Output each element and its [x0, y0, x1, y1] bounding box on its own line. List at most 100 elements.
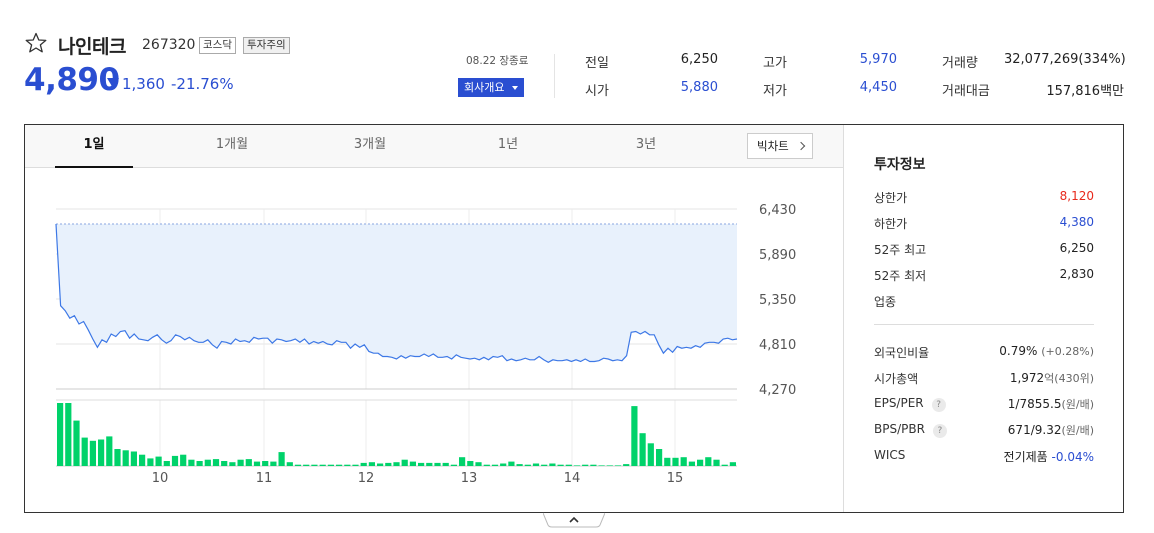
high52-label: 52주 최고 [874, 243, 927, 257]
volume-bar [565, 464, 572, 466]
volume-bar [590, 464, 597, 466]
price-area-fill [56, 224, 737, 363]
volume-bar [401, 459, 408, 466]
y-tick-label: 5,350 [759, 293, 796, 308]
collapse-chart-button[interactable] [543, 512, 605, 528]
volume-bar [532, 463, 540, 466]
low52-value: 2,830 [1059, 267, 1094, 281]
volume-bar [294, 464, 302, 466]
volume-bar [122, 450, 129, 467]
market-cap-label: 시가총액 [874, 372, 919, 386]
volume-bar [614, 465, 622, 466]
eps-per-text: EPS/PER [874, 396, 924, 410]
trade-value-value: 157,816백만 [1046, 84, 1124, 99]
volume-bar [664, 457, 671, 466]
volume-bar [344, 464, 351, 466]
volume-bar [65, 403, 72, 466]
volume-bar [73, 420, 80, 466]
volume-label: 거래량 [942, 56, 978, 71]
volume-bar [180, 454, 187, 466]
x-tick-label: 12 [358, 471, 375, 486]
invest-info-title: 투자정보 [874, 157, 926, 173]
volume-bar [311, 464, 318, 466]
help-icon[interactable]: ? [931, 398, 946, 412]
x-tick-label: 14 [564, 471, 581, 486]
volume-bar [163, 461, 170, 466]
panel-separator [874, 324, 1094, 325]
volume-bar [377, 463, 384, 466]
volume-bar [598, 465, 605, 466]
volume-bar [303, 464, 310, 466]
foreign-ratio-change: (+0.28%) [1041, 345, 1094, 358]
volume-bar [409, 461, 416, 466]
volume-bar [491, 464, 499, 466]
volume-bar [606, 465, 613, 466]
bps-pbr-number: 671/9.32 [1007, 423, 1062, 437]
volume-bar [557, 464, 564, 466]
volume-bar [656, 449, 663, 466]
volume-bar [426, 462, 433, 466]
sector-label: 업종 [874, 295, 897, 309]
volume-bar [713, 459, 720, 466]
foreign-ratio-number: 0.79% [999, 344, 1038, 358]
volume-bar [688, 461, 695, 466]
volume-bar [450, 464, 457, 466]
volume-bar [442, 462, 449, 466]
volume-bar [360, 462, 367, 466]
volume-bar [672, 457, 679, 466]
x-tick-label: 10 [152, 471, 169, 486]
bps-pbr-unit: (원/배) [1061, 424, 1094, 437]
eps-per-label: EPS/PER? [874, 396, 946, 412]
volume-bar [541, 464, 548, 466]
upper-limit-value: 8,120 [1059, 189, 1094, 203]
volume-bar [508, 461, 515, 466]
volume-bar [212, 459, 220, 466]
lower-limit-label: 하한가 [874, 217, 908, 231]
wics-sector[interactable]: 전기제품 [1004, 450, 1048, 464]
volume-bar [467, 461, 474, 466]
volume-bar [721, 464, 728, 466]
wics-change: -0.04% [1051, 450, 1094, 464]
foreign-ratio-value: 0.79% (+0.28%) [960, 344, 1094, 358]
volume-bar [418, 462, 425, 466]
y-tick-label: 6,430 [759, 203, 796, 218]
bps-pbr-text: BPS/PBR [874, 422, 925, 436]
volume-bar [524, 464, 531, 466]
help-icon[interactable]: ? [932, 424, 947, 438]
volume-bar [188, 459, 195, 466]
volume-bar [106, 436, 113, 466]
volume-bar [639, 433, 646, 466]
lower-limit-value: 4,380 [1059, 215, 1094, 229]
volume-bar [253, 461, 261, 466]
market-cap-value: 1,972억(430위) [960, 370, 1094, 386]
volume-bar [475, 462, 482, 466]
volume-bar [500, 463, 507, 466]
x-tick-label: 15 [667, 471, 684, 486]
volume-bar [147, 458, 154, 466]
y-tick-label: 5,890 [759, 248, 796, 263]
volume-bar [729, 462, 736, 466]
volume-value: 32,077,269(334%) [1004, 52, 1126, 67]
volume-bar [368, 462, 375, 466]
panel-divider [843, 125, 844, 512]
volume-bar [705, 457, 712, 466]
eps-per-number: 1/7855.5 [1007, 397, 1062, 411]
volume-bar [327, 464, 334, 466]
bps-pbr-value: 671/9.32(원/배) [960, 422, 1094, 438]
volume-bar [582, 464, 589, 466]
volume-bar [623, 464, 630, 466]
eps-per-unit: (원/배) [1061, 398, 1094, 411]
volume-bar [155, 456, 162, 466]
volume-bar [336, 464, 343, 466]
volume-bar [516, 464, 523, 466]
volume-bar [286, 462, 293, 466]
bps-pbr-label: BPS/PBR? [874, 422, 947, 438]
volume-bar [549, 463, 556, 466]
market-cap-number: 1,972 [1009, 371, 1045, 385]
volume-bar [262, 461, 269, 466]
volume-bar [114, 449, 121, 466]
volume-bar [245, 459, 252, 466]
volume-bar [81, 437, 88, 466]
eps-per-value: 1/7855.5(원/배) [960, 396, 1094, 412]
y-tick-label: 4,270 [759, 383, 796, 398]
